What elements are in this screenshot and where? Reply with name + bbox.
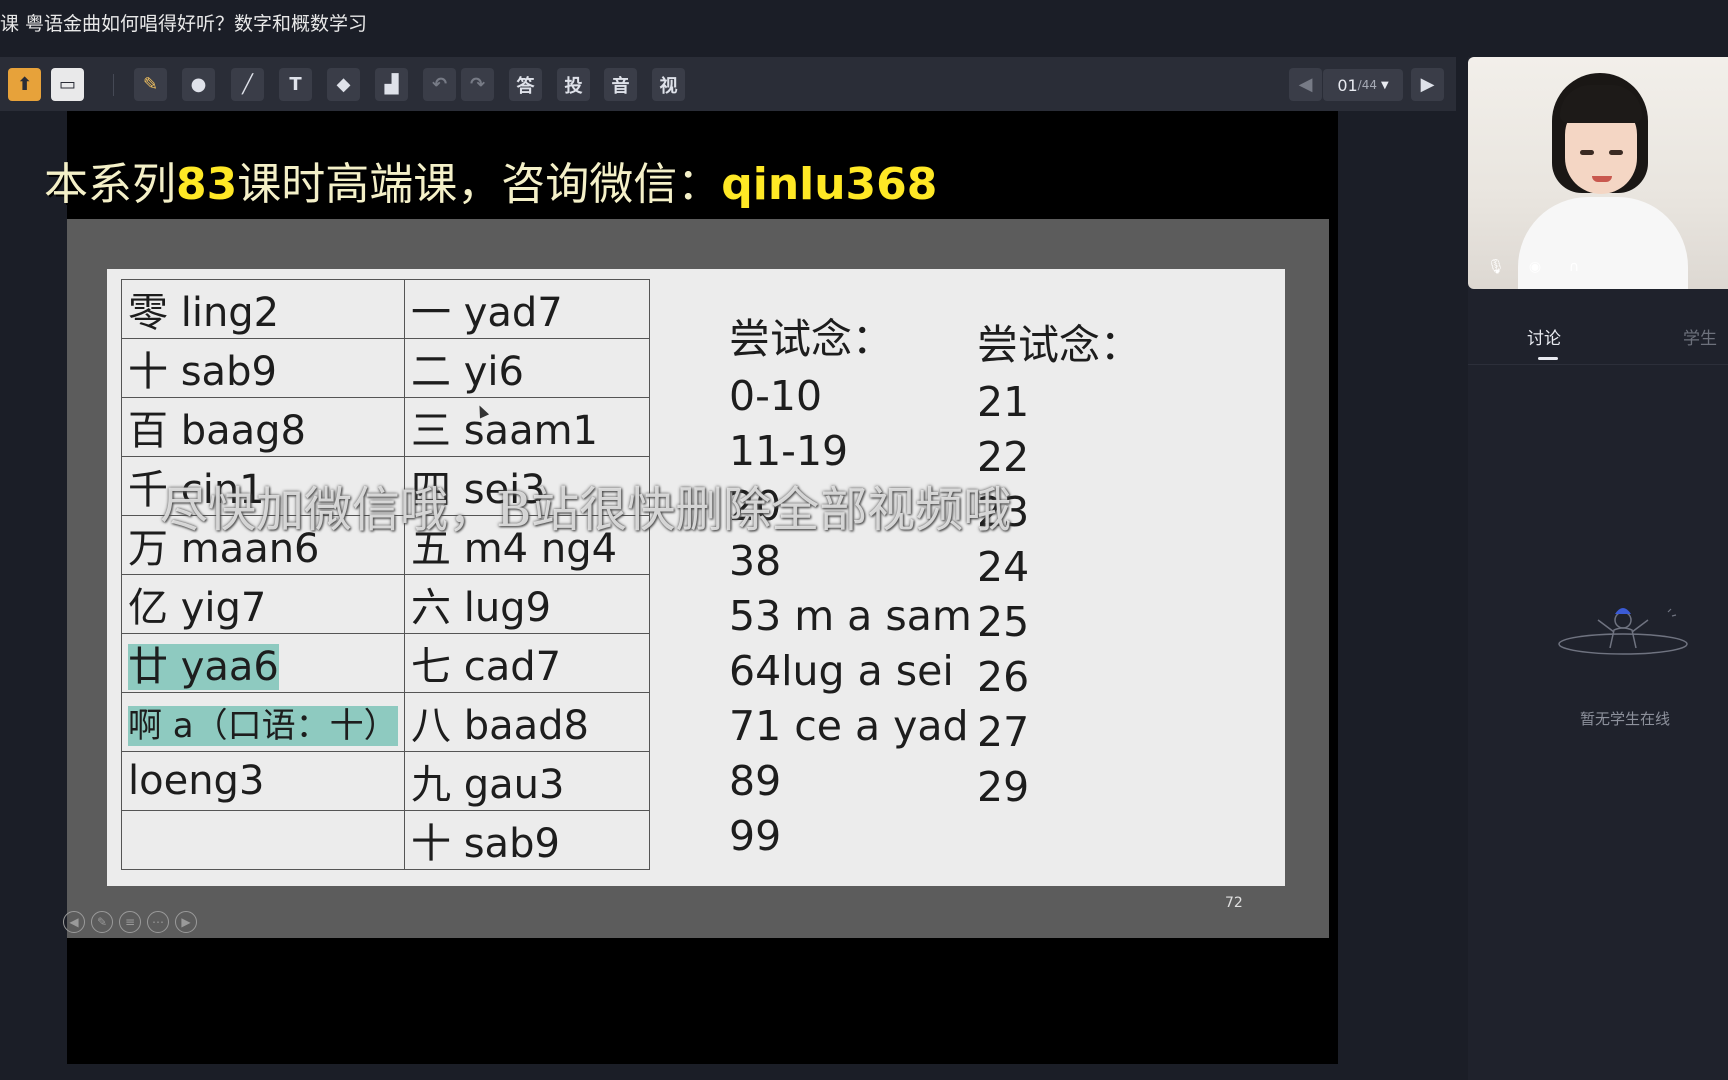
list-item: 29 xyxy=(977,763,1030,811)
page-total: /44 xyxy=(1357,78,1377,92)
table-row: 零 ling2 一 yad7 xyxy=(121,279,650,339)
subtitle-overlay: 尽快加微信哦，B站很快删除全部视频哦 xyxy=(160,482,1012,538)
redo-icon[interactable]: ↷ xyxy=(461,68,494,101)
prev-page-icon[interactable]: ◀ xyxy=(1289,68,1322,101)
table-row: 百 baag8 三 saam1 xyxy=(121,397,650,457)
undo-icon[interactable]: ↶ xyxy=(423,68,456,101)
side-tabs: 讨论 学生 xyxy=(1468,310,1728,362)
table-row: 啊 a（口语：十）八 baad8 xyxy=(121,692,650,752)
page-current: 01 xyxy=(1337,75,1358,95)
whiteboard-toolbar: ⬆ ▭ ✎ ● ╱ T ◆ ▟ ↶ ↷ 答 投 音 视 ◀ 01 /44 ▼ ▶ xyxy=(0,57,1456,111)
audio-button[interactable]: 音 xyxy=(604,68,637,101)
microphone-icon[interactable]: 🎙 xyxy=(1487,259,1505,275)
practice-list-2: 尝试念： 21 22 23 24 25 26 27 29 xyxy=(977,318,1141,815)
person-bangs xyxy=(1560,85,1642,123)
answer-button[interactable]: 答 xyxy=(509,68,542,101)
tab-students[interactable]: 学生 xyxy=(1683,324,1717,349)
practice-heading: 尝试念： xyxy=(729,315,893,363)
list-item: 24 xyxy=(977,543,1030,591)
next-slide-icon[interactable]: ▶ xyxy=(175,911,197,933)
chevron-down-icon: ▼ xyxy=(1380,79,1389,91)
headset-icon[interactable]: ∩ xyxy=(1566,259,1582,275)
slide-page-number: 72 xyxy=(1225,895,1243,911)
person-mouth xyxy=(1592,176,1612,182)
table-cell-highlighted: 廿 yaa6 xyxy=(121,633,405,693)
list-item: 0-10 xyxy=(729,372,823,420)
camera-icon[interactable]: ◉ xyxy=(1527,259,1543,275)
text-icon[interactable]: T xyxy=(279,68,312,101)
list-item: 26 xyxy=(977,653,1030,701)
table-cell: 亿 yig7 xyxy=(121,574,405,634)
table-row: loeng3 九 gau3 xyxy=(121,751,650,811)
table-row: 十 sab9 xyxy=(121,810,650,870)
shape-icon[interactable]: ● xyxy=(182,68,215,101)
menu-icon[interactable]: ≡ xyxy=(119,911,141,933)
prev-slide-icon[interactable]: ◀ xyxy=(63,911,85,933)
empty-state-text: 暂无学生在线 xyxy=(1579,710,1670,728)
promo-banner: 本系列83课时高端课，咨询微信：qinlu368 xyxy=(44,148,937,212)
table-cell: 二 yi6 xyxy=(404,338,650,398)
banner-count: 83 xyxy=(176,159,238,210)
tab-discuss[interactable]: 讨论 xyxy=(1527,324,1561,349)
table-cell: 百 baag8 xyxy=(121,397,405,457)
table-cell: 六 lug9 xyxy=(404,574,650,634)
empty-state-illustration-icon xyxy=(1558,608,1688,655)
table-cell: 八 baad8 xyxy=(404,692,650,752)
banner-middle: 课时高端课，咨询微信： xyxy=(237,159,722,210)
list-item: 53 m a sam xyxy=(729,592,972,640)
person-eye xyxy=(1609,150,1623,155)
table-cell xyxy=(121,810,405,870)
highlight-text: 啊 a（口语：十） xyxy=(128,705,398,746)
highlight-text: 廿 yaa6 xyxy=(128,644,279,690)
teacher-video[interactable]: 🎙 ◉ ∩ xyxy=(1468,57,1728,289)
table-row: 廿 yaa6 七 cad7 xyxy=(121,633,650,693)
practice-list-1: 尝试念： 0-10 11-19 20 38 53 m a sam 64lug a… xyxy=(729,312,972,864)
table-cell: 三 saam1 xyxy=(404,397,650,457)
list-item: 21 xyxy=(977,378,1030,426)
table-row: 十 sab9 二 yi6 xyxy=(121,338,650,398)
window-title: 课 粤语金曲如何唱得好听？数字和概数学习 xyxy=(0,13,368,35)
tabs-divider xyxy=(1468,364,1728,365)
person-body xyxy=(1518,197,1688,289)
table-row: 亿 yig7 六 lug9 xyxy=(121,574,650,634)
list-item: 25 xyxy=(977,598,1030,646)
upload-icon[interactable]: ⬆ xyxy=(8,68,41,101)
clear-icon[interactable]: ▟ xyxy=(375,68,408,101)
table-cell: 一 yad7 xyxy=(404,279,650,339)
video-button[interactable]: 视 xyxy=(652,68,685,101)
line-icon[interactable]: ╱ xyxy=(231,68,264,101)
list-item: 38 xyxy=(729,537,782,585)
table-cell: 零 ling2 xyxy=(121,279,405,339)
slide-controls: ◀ ✎ ≡ ⋯ ▶ xyxy=(63,911,197,933)
active-tab-indicator xyxy=(1538,357,1558,360)
eraser-icon[interactable]: ◆ xyxy=(327,68,360,101)
numbers-table: 零 ling2 一 yad7 十 sab9 二 yi6 百 baag8 三 saam1… xyxy=(121,279,650,870)
table-cell: 九 gau3 xyxy=(404,751,650,811)
list-item: 27 xyxy=(977,708,1030,756)
page-selector[interactable]: 01 /44 ▼ xyxy=(1323,69,1403,101)
person-eye xyxy=(1580,150,1594,155)
toolbar-divider xyxy=(113,74,114,96)
banner-wechat: qinlu368 xyxy=(721,159,938,210)
table-cell: 十 sab9 xyxy=(121,338,405,398)
desk-icon[interactable]: ▭ xyxy=(51,68,84,101)
list-item: 99 xyxy=(729,812,782,860)
banner-prefix: 本系列 xyxy=(44,159,176,210)
next-page-icon[interactable]: ▶ xyxy=(1411,68,1444,101)
table-cell: loeng3 xyxy=(121,751,405,811)
list-item: 64lug a sei xyxy=(729,647,954,695)
practice-heading: 尝试念： xyxy=(977,321,1141,369)
list-item: 89 xyxy=(729,757,782,805)
table-cell: 七 cad7 xyxy=(404,633,650,693)
pen-icon[interactable]: ✎ xyxy=(91,911,113,933)
table-cell: 十 sab9 xyxy=(404,810,650,870)
more-icon[interactable]: ⋯ xyxy=(147,911,169,933)
list-item: 71 ce a yad xyxy=(729,702,969,750)
vote-button[interactable]: 投 xyxy=(557,68,590,101)
brush-icon[interactable]: ✎ xyxy=(134,68,167,101)
table-cell-highlighted: 啊 a（口语：十） xyxy=(121,692,405,752)
